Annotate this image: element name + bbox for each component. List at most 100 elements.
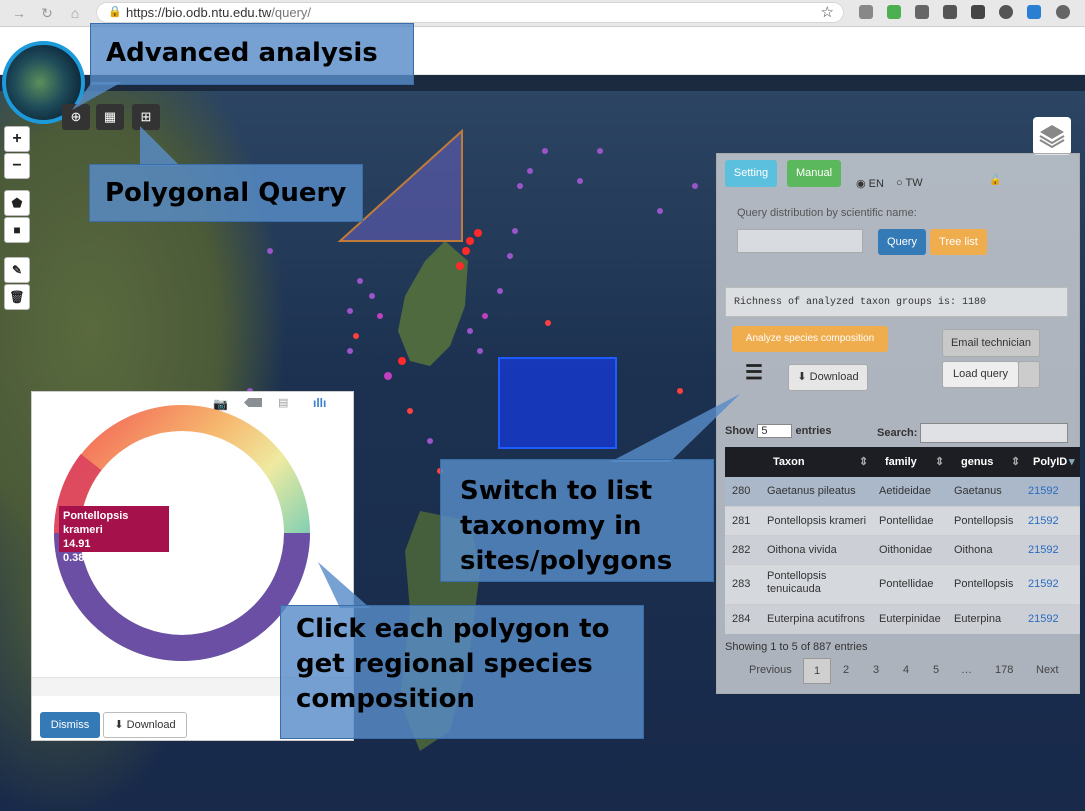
row-genus: Oithona (954, 544, 993, 556)
sort-icon[interactable]: ▾ (1069, 455, 1075, 468)
lock-icon[interactable]: 🔓 (989, 175, 1001, 186)
url-path: /query/ (271, 5, 312, 20)
sort-icon[interactable]: ⇕ (859, 455, 868, 468)
callout-arrow (140, 126, 180, 166)
row-polyid-link[interactable]: 21592 (1028, 544, 1059, 556)
bar-chart-icon[interactable]: ıllı (313, 396, 326, 410)
lang-en-label: EN (868, 178, 884, 190)
row-polyid-link[interactable]: 21592 (1028, 613, 1059, 625)
row-polyid-link[interactable]: 21592 (1028, 578, 1059, 590)
row-taxon: Pontellopsis tenuicauda (767, 570, 827, 595)
row-id: 280 (732, 485, 751, 497)
email-technician-button[interactable]: Email technician (942, 329, 1040, 357)
page-2[interactable]: 2 (843, 664, 849, 676)
page-1[interactable]: 1 (803, 658, 831, 684)
list-view-icon[interactable]: ☰ (745, 363, 763, 383)
load-query-toggle[interactable] (1018, 361, 1040, 388)
draw-polygon-icon[interactable]: ⬟ (4, 190, 30, 216)
col-taxon[interactable]: Taxon (773, 456, 805, 468)
row-genus: Pontellopsis (954, 578, 1014, 590)
search-label: Search: (877, 427, 918, 439)
table-header: Taxon ⇕ family ⇕ genus ⇕ PolyID ▾ (725, 447, 1080, 477)
callout-click-polygon: Click each polygon to get regional speci… (280, 605, 644, 739)
entries-select[interactable]: 5 (757, 424, 793, 438)
row-family: Aetideidae (879, 485, 931, 497)
row-id: 281 (732, 515, 751, 527)
tooltip-name: Pontellopsis krameri (63, 510, 129, 536)
layers-icon (1039, 125, 1065, 149)
page-5[interactable]: 5 (933, 664, 939, 676)
row-taxon: Pontellopsis krameri (767, 515, 867, 527)
sort-icon[interactable]: ⇕ (935, 455, 944, 468)
page-178[interactable]: 178 (995, 664, 1013, 676)
callout-advanced-text: Advanced analysis (106, 38, 378, 68)
row-id: 282 (732, 544, 751, 556)
chart-download-button[interactable]: ⬇ Download (103, 712, 187, 738)
page-3[interactable]: 3 (873, 664, 879, 676)
reload-icon[interactable]: ↻ (38, 4, 56, 22)
analyze-composition-button[interactable]: Analyze species composition (732, 326, 888, 352)
star-icon[interactable]: ☆ (821, 3, 834, 21)
row-family: Oithonidae (879, 544, 933, 556)
chart-download-label: Download (126, 719, 176, 731)
back-icon[interactable]: → (10, 4, 28, 22)
home-icon[interactable]: ⌂ (66, 4, 84, 22)
sort-icon[interactable]: ⇕ (1011, 455, 1020, 468)
row-id: 283 (732, 578, 751, 590)
load-query-button[interactable]: Load query (942, 361, 1019, 388)
lang-tw-label: TW (905, 177, 923, 189)
table-row[interactable]: 283 Pontellopsis tenuicauda Pontellidae … (725, 564, 1080, 605)
taiwan-land (398, 241, 468, 366)
extension-icon[interactable] (1056, 5, 1070, 19)
table-search-input[interactable] (920, 423, 1068, 443)
adblock-icon[interactable] (915, 5, 929, 19)
row-taxon: Oithona vivida (767, 544, 837, 556)
edit-icon[interactable]: ✎ (4, 257, 30, 283)
tree-list-button[interactable]: Tree list (930, 229, 987, 255)
row-polyid-link[interactable]: 21592 (1028, 485, 1059, 497)
download-ext-icon[interactable] (1027, 5, 1041, 19)
query-prompt: Query distribution by scientific name: (737, 207, 917, 219)
row-polyid-link[interactable]: 21592 (1028, 515, 1059, 527)
page-next[interactable]: Next (1036, 664, 1059, 676)
lang-en-radio[interactable]: ◉ EN (856, 177, 884, 190)
trash-icon[interactable]: 🗑 (4, 284, 30, 310)
row-genus: Gaetanus (954, 485, 1002, 497)
extension-icon[interactable] (887, 5, 901, 19)
extension-icon[interactable] (971, 5, 985, 19)
draw-rectangle-icon[interactable]: ■ (4, 217, 30, 243)
table-row[interactable]: 284 Euterpina acutifrons Euterpinidae Eu… (725, 604, 1080, 634)
zoom-in-button[interactable]: + (4, 126, 30, 152)
extension-icon[interactable] (943, 5, 957, 19)
dismiss-button[interactable]: Dismiss (40, 712, 100, 738)
page-ellipsis: … (961, 664, 972, 676)
query-button[interactable]: Query (878, 229, 926, 255)
extension-icon[interactable] (999, 5, 1013, 19)
layers-button[interactable] (1033, 117, 1071, 155)
download-button[interactable]: ⬇ Download (788, 364, 868, 391)
table-row[interactable]: 281 Pontellopsis krameri Pontellidae Pon… (725, 506, 1080, 536)
url-host: https://bio.odb.ntu.edu.tw (126, 5, 272, 20)
callout-switch-list-text: Switch to list taxonomy in sites/polygon… (460, 476, 673, 576)
extension-icon[interactable] (859, 5, 873, 19)
page-4[interactable]: 4 (903, 664, 909, 676)
table-row[interactable]: 280 Gaetanus pileatus Aetideidae Gaetanu… (725, 477, 1080, 506)
table-row[interactable]: 282 Oithona vivida Oithonidae Oithona 21… (725, 535, 1080, 565)
page-previous[interactable]: Previous (749, 664, 792, 676)
table-info: Showing 1 to 5 of 887 entries (725, 641, 868, 653)
species-search-input[interactable] (737, 229, 863, 253)
address-bar[interactable]: 🔒 https://bio.odb.ntu.edu.tw/query/ ☆ (96, 2, 844, 23)
lang-tw-radio[interactable]: ○ TW (896, 177, 923, 189)
col-genus[interactable]: genus (961, 456, 993, 468)
richness-text: Richness of analyzed taxon groups is: 11… (725, 287, 1068, 317)
manual-button[interactable]: Manual (787, 160, 841, 187)
setting-button[interactable]: Setting (725, 160, 777, 187)
zoom-out-button[interactable]: − (4, 153, 30, 179)
tooltip-value: 14.91 (63, 538, 91, 550)
callout-switch-list: Switch to list taxonomy in sites/polygon… (440, 459, 714, 582)
col-polyid[interactable]: PolyID (1033, 456, 1067, 468)
row-id: 284 (732, 613, 751, 625)
col-family[interactable]: family (885, 456, 917, 468)
row-family: Pontellidae (879, 515, 934, 527)
callout-polygonal-text: Polygonal Query (105, 178, 347, 208)
